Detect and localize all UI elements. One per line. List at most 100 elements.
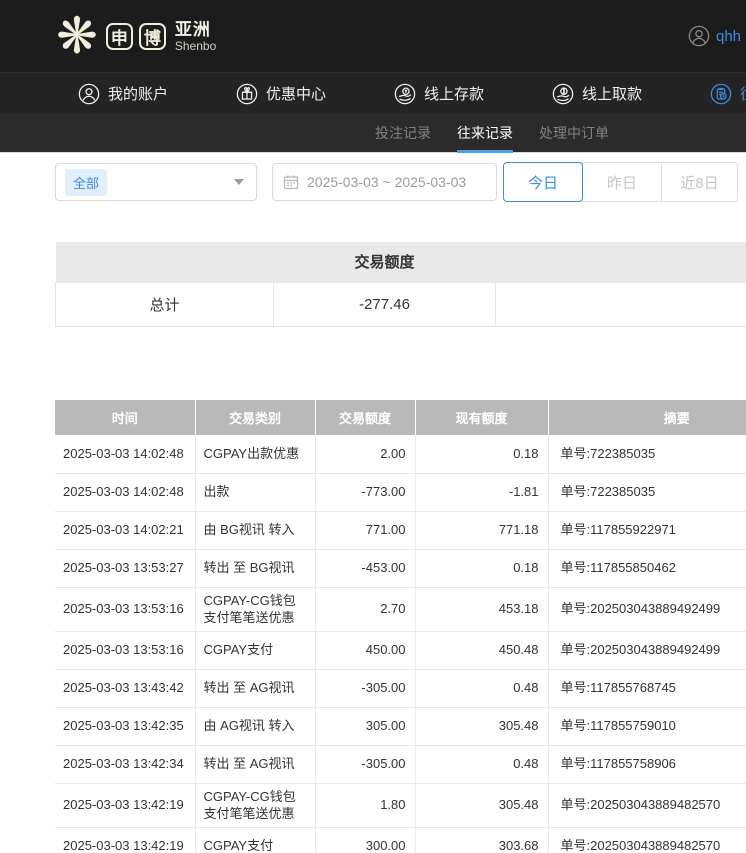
tab-betting-records[interactable]: 投注记录 <box>375 113 431 153</box>
col-header-balance: 现有额度 <box>415 400 548 435</box>
brand-logo[interactable]: ❋ 申 博 亚洲 Shenbo <box>56 0 216 72</box>
cell-balance: 453.18 <box>415 587 548 631</box>
summary-empty-cell <box>496 282 746 326</box>
last-8-days-button[interactable]: 近8日 <box>661 162 738 202</box>
table-row: 2025-03-03 13:42:35由 AG视讯 转入305.00305.48… <box>55 707 746 745</box>
cell-amount: -773.00 <box>315 473 415 511</box>
cell-time: 2025-03-03 13:42:34 <box>55 745 195 783</box>
cell-balance: -1.81 <box>415 473 548 511</box>
cell-time: 2025-03-03 14:02:48 <box>55 473 195 511</box>
table-row: 2025-03-03 13:53:16CGPAY-CG钱包支付笔笔送优惠2.70… <box>55 587 746 631</box>
type-filter-select[interactable]: 全部 <box>55 163 257 201</box>
cell-amount: 2.70 <box>315 587 415 631</box>
tab-transaction-records[interactable]: 往来记录 <box>457 113 513 153</box>
cell-memo: 单号:202503043889492499 <box>548 587 746 631</box>
nav-item-my-account[interactable]: 我的账户 <box>78 83 168 105</box>
table-row: 2025-03-03 13:42:19CGPAY支付300.00303.68单号… <box>55 827 746 853</box>
nav-item-label: 线上取款 <box>582 83 642 104</box>
cell-amount: 305.00 <box>315 707 415 745</box>
cell-balance: 0.48 <box>415 669 548 707</box>
summary-total-value: -277.46 <box>274 282 496 326</box>
table-row: 2025-03-03 13:42:19CGPAY-CG钱包支付笔笔送优惠1.80… <box>55 783 746 827</box>
cell-memo: 单号:117855922971 <box>548 511 746 549</box>
col-header-amount: 交易额度 <box>315 400 415 435</box>
username-text: qhh <box>716 28 741 45</box>
cell-amount: -453.00 <box>315 549 415 587</box>
logo-region-text: 亚洲 <box>175 21 216 38</box>
cell-type: CGPAY-CG钱包支付笔笔送优惠 <box>195 783 315 827</box>
cell-time: 2025-03-03 13:53:27 <box>55 549 195 587</box>
cell-type: 出款 <box>195 473 315 511</box>
tab-processing-orders[interactable]: 处理中订单 <box>539 113 609 153</box>
cell-memo: 单号:117855759010 <box>548 707 746 745</box>
logo-char-box-2: 博 <box>139 23 166 50</box>
cell-type: 由 BG视讯 转入 <box>195 511 315 549</box>
cell-memo: 单号:117855768745 <box>548 669 746 707</box>
top-header: ❋ 申 博 亚洲 Shenbo qhh <box>0 0 746 72</box>
cell-type: 转出 至 AG视讯 <box>195 745 315 783</box>
cell-balance: 771.18 <box>415 511 548 549</box>
nav-item-label: 我的账户 <box>108 83 168 104</box>
table-row: 2025-03-03 13:43:42转出 至 AG视讯-305.000.48单… <box>55 669 746 707</box>
user-account[interactable]: qhh <box>688 0 746 72</box>
cell-time: 2025-03-03 13:42:19 <box>55 827 195 853</box>
cell-amount: 771.00 <box>315 511 415 549</box>
today-button[interactable]: 今日 <box>503 162 583 202</box>
cell-type: 转出 至 BG视讯 <box>195 549 315 587</box>
cell-time: 2025-03-03 13:53:16 <box>55 587 195 631</box>
nav-item-label: 优惠中心 <box>266 83 326 104</box>
table-row: 2025-03-03 13:53:16CGPAY支付450.00450.48单号… <box>55 631 746 669</box>
yesterday-button[interactable]: 昨日 <box>582 162 662 202</box>
records-header-row: 时间 交易类别 交易额度 现有额度 摘要 <box>55 400 746 435</box>
quick-date-buttons: 今日 昨日 近8日 <box>503 162 738 202</box>
promo-icon <box>236 83 258 105</box>
cell-amount: -305.00 <box>315 745 415 783</box>
cell-amount: 300.00 <box>315 827 415 853</box>
cell-memo: 单号:117855758906 <box>548 745 746 783</box>
col-header-type: 交易类别 <box>195 400 315 435</box>
records-table: 时间 交易类别 交易额度 现有额度 摘要 2025-03-03 14:02:48… <box>55 400 746 853</box>
nav-item-records[interactable]: 往来记录 <box>710 83 746 105</box>
cell-time: 2025-03-03 13:42:35 <box>55 707 195 745</box>
cell-balance: 450.48 <box>415 631 548 669</box>
cell-memo: 单号:202503043889492499 <box>548 631 746 669</box>
summary-total-row: 总计 -277.46 <box>56 282 746 326</box>
cell-amount: 1.80 <box>315 783 415 827</box>
cell-type: CGPAY出款优惠 <box>195 435 315 473</box>
cell-balance: 0.18 <box>415 549 548 587</box>
sub-tab-bar: 投注记录 往来记录 处理中订单 <box>0 113 746 153</box>
table-row: 2025-03-03 14:02:48出款-773.00-1.81单号:7223… <box>55 473 746 511</box>
cell-amount: -305.00 <box>315 669 415 707</box>
cell-memo: 单号:202503043889482570 <box>548 783 746 827</box>
cell-type: 由 AG视讯 转入 <box>195 707 315 745</box>
cell-time: 2025-03-03 13:53:16 <box>55 631 195 669</box>
summary-header-spacer <box>496 242 746 282</box>
cell-balance: 303.68 <box>415 827 548 853</box>
col-header-memo: 摘要 <box>548 400 746 435</box>
nav-item-deposit[interactable]: 线上存款 <box>394 83 484 105</box>
nav-item-label: 往来记录 <box>740 83 746 104</box>
cell-amount: 2.00 <box>315 435 415 473</box>
table-row: 2025-03-03 14:02:48CGPAY出款优惠2.000.18单号:7… <box>55 435 746 473</box>
page: ❋ 申 博 亚洲 Shenbo qhh 我的账户 <box>0 0 746 853</box>
chevron-down-icon <box>234 179 244 185</box>
type-filter-selected-value: 全部 <box>65 169 107 196</box>
nav-item-withdraw[interactable]: 线上取款 <box>552 83 642 105</box>
cell-memo: 单号:722385035 <box>548 473 746 511</box>
cell-type: 转出 至 AG视讯 <box>195 669 315 707</box>
cell-time: 2025-03-03 13:42:19 <box>55 783 195 827</box>
date-range-value: 2025-03-03 ~ 2025-03-03 <box>307 174 466 190</box>
account-icon <box>78 83 100 105</box>
cell-time: 2025-03-03 14:02:21 <box>55 511 195 549</box>
cell-memo: 单号:202503043889482570 <box>548 827 746 853</box>
calendar-icon <box>283 174 299 190</box>
nav-item-promotions[interactable]: 优惠中心 <box>236 83 326 105</box>
cell-type: CGPAY-CG钱包支付笔笔送优惠 <box>195 587 315 631</box>
cell-memo: 单号:117855850462 <box>548 549 746 587</box>
table-row: 2025-03-03 14:02:21由 BG视讯 转入771.00771.18… <box>55 511 746 549</box>
records-icon <box>710 83 732 105</box>
summary-header-spacer <box>56 242 274 282</box>
date-range-input[interactable]: 2025-03-03 ~ 2025-03-03 <box>272 163 497 201</box>
withdraw-icon <box>552 83 574 105</box>
cell-balance: 0.18 <box>415 435 548 473</box>
